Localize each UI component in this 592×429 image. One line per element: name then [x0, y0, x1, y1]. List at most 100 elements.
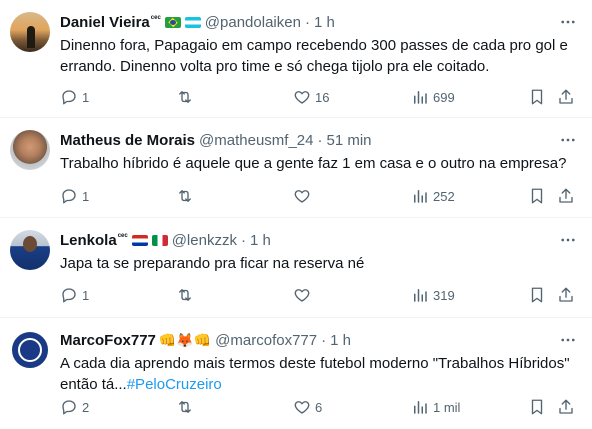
tweet-matheus-de-morais[interactable]: Matheus de Morais @matheusmf_24 · 51 min… — [0, 118, 592, 218]
tweet-text: A cada dia aprendo mais termos deste fut… — [60, 353, 575, 395]
tweet-text: Trabalho híbrido é aquele que a gente fa… — [60, 155, 567, 172]
reply-count: 2 — [82, 399, 90, 415]
view-count: 1 mil — [433, 399, 461, 415]
timestamp[interactable]: 1 h — [330, 332, 351, 349]
reply-button[interactable]: 1 — [60, 187, 89, 205]
tweet-actions: 1 16 699 — [60, 87, 580, 107]
view-count: 319 — [433, 287, 455, 303]
more-icon[interactable] — [558, 130, 578, 150]
more-icon[interactable] — [558, 230, 578, 250]
separator: · — [240, 231, 246, 249]
tweet-header: Lenkola cec @lenkzzk · 1 h — [60, 230, 271, 250]
views-button[interactable]: 319 — [411, 286, 455, 304]
tweet-daniel-vieira[interactable]: Daniel Vieira cec @pandolaiken · 1 h Din… — [0, 0, 592, 118]
tweet-actions: 2 6 1 mil — [60, 397, 580, 417]
like-icon — [294, 190, 310, 203]
display-name[interactable]: Lenkola — [60, 232, 117, 249]
paraguay-flag-icon — [131, 234, 148, 246]
avatar[interactable] — [10, 12, 50, 52]
reply-feed: Daniel Vieira cec @pandolaiken · 1 h Din… — [0, 0, 592, 429]
views-button[interactable]: 252 — [411, 187, 455, 205]
bookmark-button[interactable] — [528, 286, 546, 304]
timestamp[interactable]: 1 h — [314, 14, 335, 31]
views-icon — [414, 190, 427, 203]
tweet-header: Daniel Vieira cec @pandolaiken · 1 h — [60, 12, 335, 32]
affiliation-badge: cec — [150, 15, 161, 21]
share-button[interactable] — [557, 187, 575, 205]
avatar[interactable] — [10, 130, 50, 170]
tweet-lenkola[interactable]: Lenkola cec @lenkzzk · 1 h Japa ta se pr… — [0, 218, 592, 318]
reply-icon — [62, 189, 76, 204]
reply-button[interactable]: 1 — [60, 88, 89, 106]
avatar[interactable] — [10, 330, 50, 370]
more-icon[interactable] — [558, 12, 578, 32]
bookmark-icon — [531, 188, 543, 204]
hashtag-link[interactable]: #PeloCruzeiro — [127, 376, 222, 393]
views-icon — [414, 289, 427, 302]
separator: · — [304, 13, 310, 31]
bookmark-icon — [531, 89, 543, 105]
like-button[interactable] — [293, 286, 315, 304]
reply-icon — [62, 288, 76, 303]
display-name[interactable]: Matheus de Morais — [60, 132, 195, 149]
tweet-header: Matheus de Morais @matheusmf_24 · 51 min — [60, 130, 372, 150]
reply-count: 1 — [82, 188, 90, 204]
retweet-button[interactable] — [176, 398, 198, 416]
view-count: 252 — [433, 188, 455, 204]
views-icon — [414, 91, 427, 104]
views-button[interactable]: 699 — [411, 88, 455, 106]
like-button[interactable]: 6 — [293, 398, 322, 416]
retweet-button[interactable] — [176, 187, 198, 205]
timestamp[interactable]: 51 min — [326, 132, 371, 149]
italy-flag-icon — [151, 234, 168, 246]
views-button[interactable]: 1 mil — [411, 398, 460, 416]
share-button[interactable] — [557, 88, 575, 106]
tweet-marcofox777[interactable]: MarcoFox777 👊🦊👊 @marcofox777 · 1 h A cad… — [0, 318, 592, 429]
name-emojis: 👊🦊👊 — [158, 331, 212, 348]
view-count: 699 — [433, 89, 455, 105]
share-button[interactable] — [557, 286, 575, 304]
affiliation-badge: cec — [117, 233, 128, 239]
retweet-icon — [179, 190, 191, 202]
user-handle[interactable]: @pandolaiken — [205, 14, 301, 31]
more-icon[interactable] — [558, 330, 578, 350]
display-name[interactable]: MarcoFox777 — [60, 332, 156, 349]
user-handle[interactable]: @lenkzzk — [172, 232, 237, 249]
like-button[interactable]: 16 — [293, 88, 329, 106]
bookmark-button[interactable] — [528, 88, 546, 106]
like-icon — [294, 401, 310, 414]
reply-icon — [62, 400, 76, 415]
user-handle[interactable]: @matheusmf_24 — [199, 132, 313, 149]
like-count: 6 — [315, 399, 323, 415]
reply-count: 1 — [82, 287, 90, 303]
share-icon — [559, 399, 573, 414]
user-handle[interactable]: @marcofox777 — [215, 332, 317, 349]
reply-button[interactable]: 1 — [60, 286, 89, 304]
reply-count: 1 — [82, 89, 90, 105]
tweet-actions: 1 319 — [60, 285, 580, 305]
retweet-button[interactable] — [176, 286, 198, 304]
bookmark-button[interactable] — [528, 398, 546, 416]
share-icon — [559, 287, 573, 302]
retweet-button[interactable] — [176, 88, 198, 106]
views-icon — [414, 401, 427, 414]
like-icon — [294, 91, 310, 104]
reply-button[interactable]: 2 — [60, 398, 89, 416]
separator: · — [321, 331, 327, 349]
separator: · — [317, 131, 323, 149]
reply-icon — [62, 90, 76, 105]
like-button[interactable] — [293, 187, 315, 205]
display-name[interactable]: Daniel Vieira — [60, 14, 150, 31]
like-icon — [294, 289, 310, 302]
share-button[interactable] — [557, 398, 575, 416]
tweet-actions: 1 252 — [60, 186, 580, 206]
like-count: 16 — [315, 89, 330, 105]
bookmark-button[interactable] — [528, 187, 546, 205]
avatar[interactable] — [10, 230, 50, 270]
honduras-flag-icon — [184, 16, 201, 28]
bookmark-icon — [531, 399, 543, 415]
retweet-icon — [179, 289, 191, 301]
tweet-text: Dinenno fora, Papagaio em campo recebend… — [60, 37, 568, 75]
timestamp[interactable]: 1 h — [250, 232, 271, 249]
retweet-icon — [179, 401, 191, 413]
